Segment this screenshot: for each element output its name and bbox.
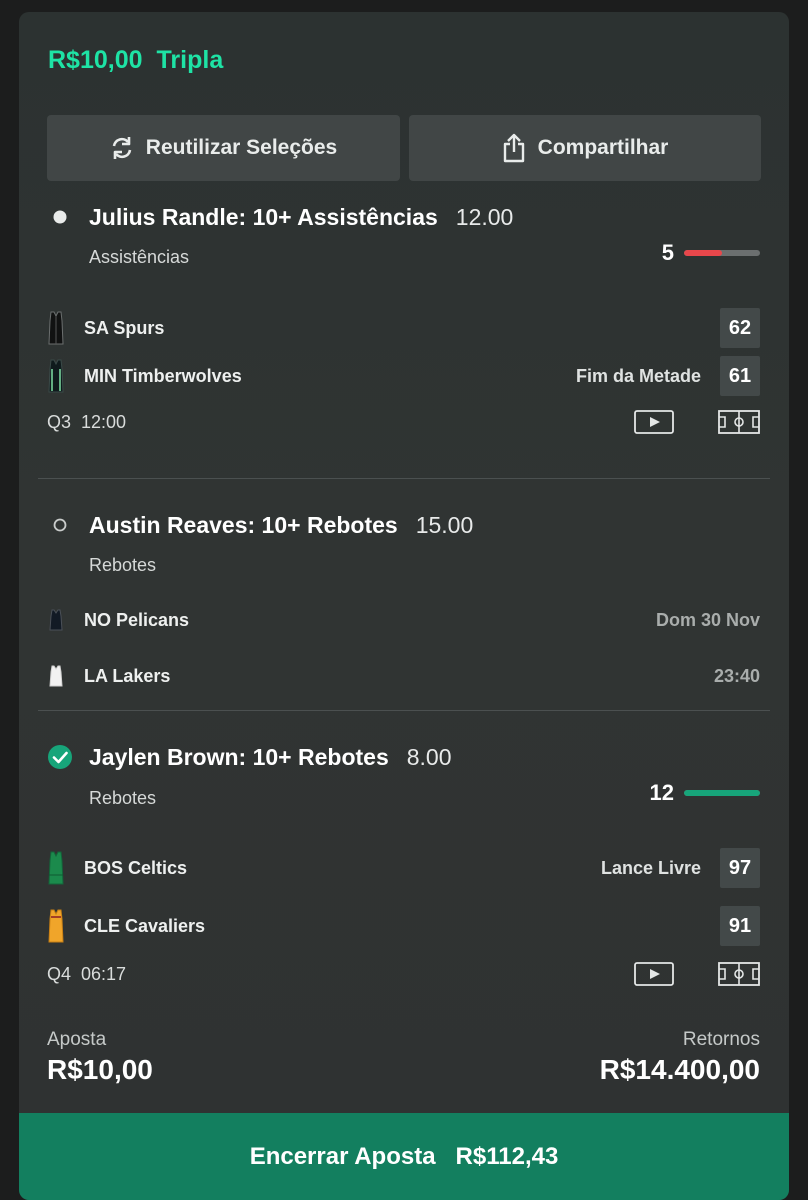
team-name: BOS Celtics — [84, 857, 188, 878]
live-stream-icon[interactable] — [634, 410, 674, 434]
team-name: SA Spurs — [84, 317, 165, 338]
team-name: CLE Cavaliers — [84, 915, 206, 936]
stat-progress-value: 12 — [649, 780, 674, 805]
cavaliers-jersey-icon — [47, 909, 65, 943]
stake-value: R$10,00 — [47, 1054, 153, 1085]
stat-progress-fill — [684, 790, 760, 796]
game-time: 23:40 — [713, 665, 760, 686]
court-stats-icon[interactable] — [718, 962, 760, 986]
game-clock: Q3 12:00 — [47, 412, 126, 433]
timberwolves-jersey-icon — [47, 359, 65, 393]
team-right: 23:40 — [714, 666, 760, 687]
team-row: LA Lakers 23:40 — [47, 656, 760, 696]
game-time: 06:17 — [81, 963, 127, 984]
share-label: Compartilhar — [537, 136, 669, 159]
game-period: Q3 — [47, 411, 72, 432]
media-icons — [634, 962, 760, 986]
selection-title-text: Jaylen Brown: 10+ Rebotes — [89, 744, 389, 770]
selection-title: Julius Randle: 10+ Assistências 12.00 — [89, 204, 513, 231]
stat-progress: 12 — [650, 780, 760, 806]
stat-progress-track — [684, 250, 760, 256]
media-icons — [634, 410, 760, 434]
stat-progress: 5 — [662, 240, 760, 266]
team-score: 61 — [720, 356, 760, 396]
team-score: 91 — [720, 906, 760, 946]
team-score: 97 — [720, 848, 760, 888]
check-circle-icon — [47, 744, 73, 775]
header-bet-type: Tripla — [156, 46, 224, 74]
game-clock-row: Q4 06:17 — [47, 959, 760, 989]
returns-label: Retornos — [682, 1029, 760, 1050]
selection-divider — [38, 478, 770, 479]
team-row: CLE Cavaliers 91 — [47, 906, 760, 946]
team-score: 62 — [720, 308, 760, 348]
selection-odds: 12.00 — [455, 204, 514, 230]
court-stats-icon[interactable] — [718, 410, 760, 434]
refresh-icon — [112, 137, 132, 159]
open-status-icon — [53, 210, 67, 229]
selection-title-text: Julius Randle: 10+ Assistências — [89, 204, 438, 230]
stat-progress-fill — [684, 250, 722, 256]
selection-market: Assistências — [89, 247, 190, 267]
team-right: 91 — [720, 906, 760, 946]
stat-progress-value: 5 — [661, 240, 674, 265]
celtics-jersey-icon — [47, 851, 65, 885]
spurs-jersey-icon — [47, 311, 65, 345]
reuse-selections-label: Reutilizar Seleções — [145, 136, 338, 159]
selection-jaylen-brown: Jaylen Brown: 10+ Rebotes 8.00 Rebotes 12… — [19, 740, 789, 1010]
selection-title: Jaylen Brown: 10+ Rebotes 8.00 — [89, 744, 452, 771]
selection-odds: 15.00 — [415, 512, 474, 538]
team-right: Fim da Metade 61 — [576, 356, 760, 396]
bet-card: R$10,00 Tripla Reutilizar Seleções Compar… — [19, 12, 789, 1200]
team-name: MIN Timberwolves — [84, 365, 242, 386]
selection-divider — [38, 710, 770, 711]
selection-julius-randle: Julius Randle: 10+ Assistências 12.00 Ass… — [19, 200, 789, 470]
cash-out-amount: R$112,43 — [455, 1142, 559, 1170]
cash-out-label: Encerrar Aposta — [249, 1142, 436, 1170]
game-clock: Q4 06:17 — [47, 964, 126, 985]
selection-market: Rebotes — [89, 788, 157, 808]
bet-header: R$10,00 Tripla — [48, 46, 223, 75]
team-right: Lance Livre 97 — [601, 848, 760, 888]
reuse-selections-button[interactable]: Reutilizar Seleções — [47, 115, 400, 181]
pending-status-icon — [53, 518, 67, 537]
returns-value: R$14.400,00 — [599, 1054, 760, 1085]
live-stream-icon[interactable] — [634, 962, 674, 986]
header-stake: R$10,00 — [48, 46, 143, 74]
lakers-jersey-icon — [47, 659, 65, 693]
selection-title: Austin Reaves: 10+ Rebotes 15.00 — [89, 512, 473, 539]
team-name: LA Lakers — [84, 665, 171, 686]
selection-title-text: Austin Reaves: 10+ Rebotes — [89, 512, 398, 538]
selection-market: Rebotes — [89, 555, 157, 575]
game-status: Lance Livre — [600, 857, 701, 878]
team-row: MIN Timberwolves Fim da Metade 61 — [47, 356, 760, 396]
team-name: NO Pelicans — [84, 609, 190, 630]
share-button[interactable]: Compartilhar — [409, 115, 761, 181]
team-row: SA Spurs 62 — [47, 308, 760, 348]
game-date: Dom 30 Nov — [655, 609, 760, 630]
team-right: Dom 30 Nov — [656, 610, 760, 631]
share-icon — [503, 133, 524, 163]
stat-progress-track — [684, 790, 760, 796]
selection-odds: 8.00 — [406, 744, 452, 770]
game-period: Q4 — [47, 963, 72, 984]
pelicans-jersey-icon — [47, 603, 65, 637]
team-right: 62 — [720, 308, 760, 348]
team-row: BOS Celtics Lance Livre 97 — [47, 848, 760, 888]
stake-label: Aposta — [47, 1029, 107, 1050]
game-status: Fim da Metade — [575, 365, 701, 386]
cash-out-button[interactable]: Encerrar Aposta R$112,43 — [19, 1113, 789, 1200]
selection-austin-reaves: Austin Reaves: 10+ Rebotes 15.00 Rebotes … — [19, 508, 789, 708]
game-time: 12:00 — [81, 411, 127, 432]
team-row: NO Pelicans Dom 30 Nov — [47, 600, 760, 640]
game-clock-row: Q3 12:00 — [47, 407, 760, 437]
